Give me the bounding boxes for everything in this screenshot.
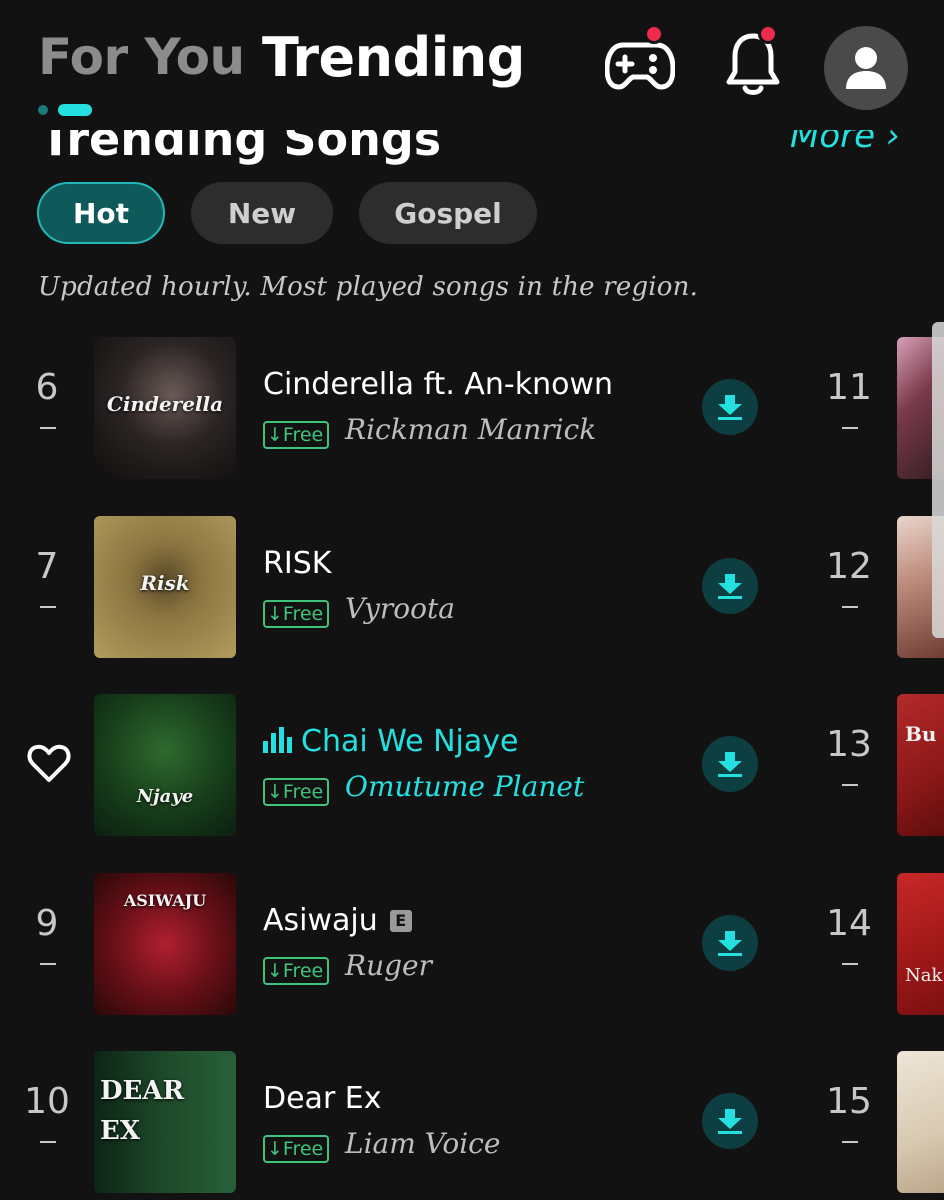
album-cover[interactable]: [897, 1051, 944, 1193]
rank-change-dash: [40, 1141, 56, 1143]
rank-change-dash: [842, 1141, 858, 1143]
user-avatar-icon: [846, 47, 886, 89]
download-button[interactable]: [702, 379, 758, 435]
top-bar: For You Trending: [0, 0, 944, 130]
download-button[interactable]: [702, 736, 758, 792]
rank-change-dash: [842, 427, 858, 429]
song-row[interactable]: 6 Cinderella Cinderella ft. An-known ↓Fr…: [0, 337, 944, 479]
chip-hot[interactable]: Hot: [37, 182, 165, 244]
pager-dot-active: [58, 104, 92, 116]
chip-new[interactable]: New: [191, 182, 333, 244]
song-row[interactable]: 7 Risk RISK ↓Free Vyroota 12: [0, 516, 944, 658]
cover-text: Risk: [140, 571, 190, 595]
download-icon: [718, 931, 742, 956]
free-download-badge: ↓Free: [263, 421, 330, 449]
rank-change-dash: [40, 963, 56, 965]
song-row[interactable]: 9 ASIWAJU Asiwaju E ↓Free Ruger 14 Nak: [0, 873, 944, 1015]
cover-text: Cinderella: [106, 392, 224, 416]
notification-dot: [758, 24, 778, 44]
song-title-text: Asiwaju: [263, 903, 378, 938]
free-download-badge: ↓Free: [263, 1135, 330, 1163]
album-cover[interactable]: Risk: [94, 516, 236, 658]
song-title-text: Dear Ex: [263, 1081, 382, 1116]
section-subtitle: Updated hourly. Most played songs in the…: [38, 272, 699, 302]
song-title[interactable]: Asiwaju E: [263, 903, 412, 938]
download-icon: [718, 574, 742, 599]
free-download-badge: ↓Free: [263, 600, 330, 628]
rank-number: 15: [826, 1081, 872, 1122]
song-title-text: Cinderella ft. An-known: [263, 367, 614, 402]
artist-name[interactable]: Rickman Manrick: [345, 413, 596, 446]
explicit-badge: E: [389, 910, 412, 932]
rank-number: 14: [826, 903, 872, 944]
song-row[interactable]: 10 DEAR EX Dear Ex ↓Free Liam Voice 15: [0, 1051, 944, 1193]
cover-text: DEAR EX: [100, 1076, 185, 1146]
rank-change-dash: [842, 606, 858, 608]
rank-change-dash: [40, 427, 56, 429]
download-icon: [718, 1109, 742, 1134]
rank-number: 12: [826, 546, 872, 587]
rank-number: 13: [826, 724, 872, 765]
artist-name[interactable]: Omutume Planet: [345, 770, 584, 803]
rank-change-dash: [842, 963, 858, 965]
cover-text: Njaye: [136, 786, 194, 807]
album-cover[interactable]: Bu: [897, 694, 944, 836]
pager-dot: [38, 105, 48, 115]
artist-name[interactable]: Vyroota: [345, 592, 455, 625]
tab-trending[interactable]: Trending: [262, 26, 525, 89]
album-cover[interactable]: DEAR EX: [94, 1051, 236, 1193]
gamepad-icon: [605, 42, 675, 90]
tab-for-you[interactable]: For You: [38, 28, 245, 86]
album-cover[interactable]: Cinderella: [94, 337, 236, 479]
now-playing-equalizer-icon: [263, 727, 292, 753]
song-title-text: Chai We Njaye: [301, 724, 519, 759]
song-title-text: RISK: [263, 546, 332, 581]
download-button[interactable]: [702, 558, 758, 614]
album-cover[interactable]: ASIWAJU: [94, 873, 236, 1015]
rank-number: 9: [35, 903, 59, 944]
rank-change-dash: [40, 606, 56, 608]
rank-change-dash: [842, 784, 858, 786]
profile-avatar[interactable]: [824, 26, 908, 110]
song-title[interactable]: RISK: [263, 546, 331, 581]
song-title[interactable]: Dear Ex: [263, 1081, 382, 1116]
song-title[interactable]: Chai We Njaye: [263, 724, 519, 759]
heart-icon[interactable]: [26, 740, 72, 786]
download-button[interactable]: [702, 915, 758, 971]
scrollbar-thumb[interactable]: [932, 322, 944, 638]
artist-name[interactable]: Ruger: [345, 949, 432, 982]
rank-number: 7: [35, 546, 59, 587]
download-button[interactable]: [702, 1093, 758, 1149]
cover-text: Nak: [905, 965, 943, 986]
song-row-playing[interactable]: Njaye Chai We Njaye ↓Free Omutume Planet…: [0, 694, 944, 836]
chip-gospel[interactable]: Gospel: [359, 182, 537, 244]
download-icon: [718, 395, 742, 420]
rank-number: 10: [24, 1081, 70, 1122]
cover-text: ASIWAJU: [123, 891, 207, 910]
album-cover[interactable]: Nak: [897, 873, 944, 1015]
free-download-badge: ↓Free: [263, 778, 330, 806]
album-cover[interactable]: Njaye: [94, 694, 236, 836]
free-download-badge: ↓Free: [263, 957, 330, 985]
artist-name[interactable]: Liam Voice: [345, 1127, 500, 1160]
cover-text: Bu: [905, 722, 937, 746]
notifications-button[interactable]: [718, 24, 788, 102]
rank-number: 11: [826, 367, 872, 408]
games-notification-dot: [644, 24, 664, 44]
song-title[interactable]: Cinderella ft. An-known: [263, 367, 613, 402]
games-button[interactable]: [600, 24, 680, 100]
download-icon: [718, 752, 742, 777]
rank-number: 6: [35, 367, 59, 408]
